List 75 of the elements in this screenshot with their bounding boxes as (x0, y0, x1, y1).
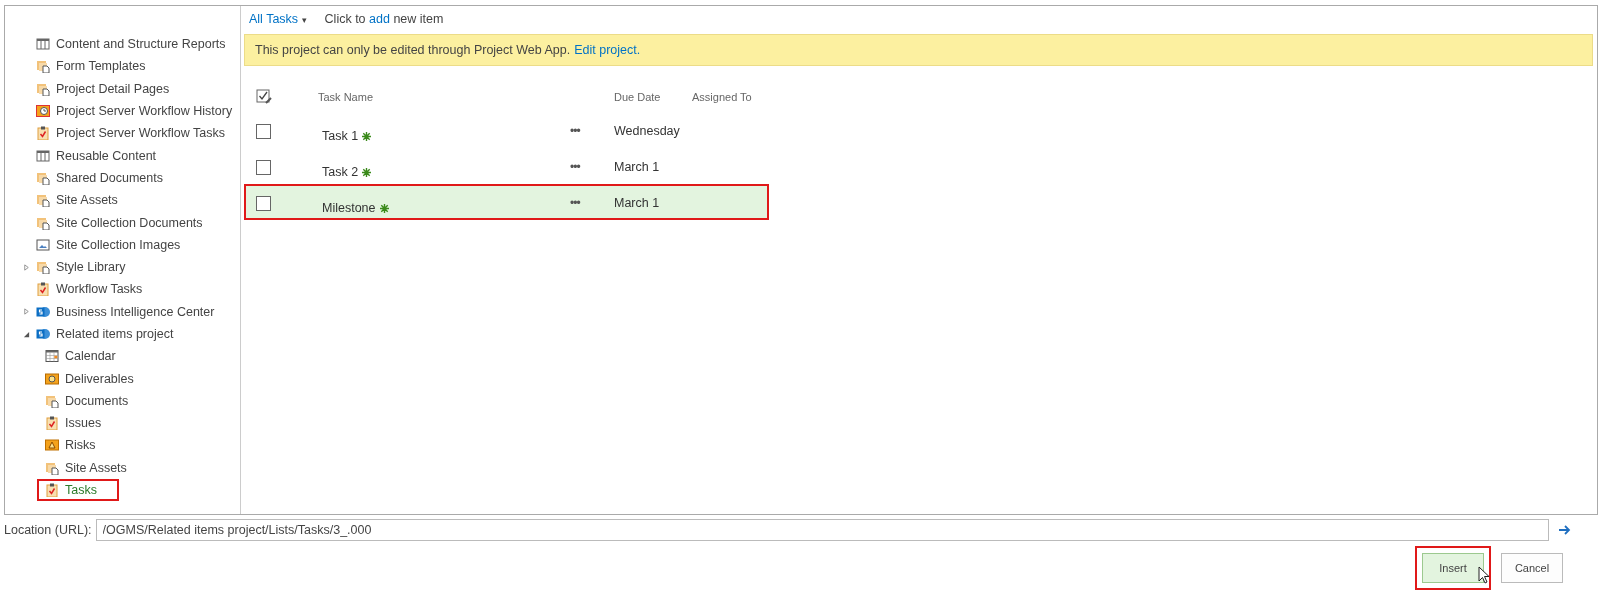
more-options-button[interactable]: ••• (570, 124, 580, 138)
cancel-button[interactable]: Cancel (1501, 553, 1563, 583)
deliverables-icon (45, 371, 59, 386)
select-all-checkbox-icon[interactable] (256, 89, 272, 105)
tree-item[interactable]: Style Library (5, 255, 240, 279)
tree-item[interactable]: Related items project (5, 322, 240, 346)
table-icon (36, 148, 50, 163)
expand-arrow-icon[interactable] (23, 308, 30, 316)
tree-item[interactable]: Documents (5, 389, 240, 413)
row-checkbox[interactable] (256, 159, 271, 175)
tree-item[interactable]: Project Detail Pages (5, 77, 240, 100)
tree-item[interactable]: Content and Structure Reports (5, 33, 240, 56)
add-item-text: Click to add new item (324, 12, 444, 26)
tree-item[interactable]: Issues (5, 412, 240, 435)
due-date-cell: March 1 (614, 160, 660, 174)
tree-item[interactable]: Shared Documents (5, 166, 240, 190)
clock-icon (36, 104, 50, 119)
tree-item[interactable]: Form Templates (5, 55, 240, 78)
task-name-link[interactable]: Task 1 (318, 129, 359, 143)
banner-text: This project can only be edited through Project Web App. (255, 43, 571, 57)
site-logo-icon (36, 327, 50, 341)
folder-document-icon (36, 81, 50, 96)
folder-document-icon (36, 260, 50, 275)
expand-arrow-icon[interactable] (23, 263, 30, 271)
column-header[interactable]: Task Name (318, 91, 570, 103)
tree-item[interactable]: Workflow Tasks (5, 278, 240, 301)
folder-document-icon (45, 393, 59, 408)
calendar-icon (45, 349, 59, 364)
tree-item[interactable]: Tasks (5, 478, 240, 502)
task-row[interactable]: Task 2 ••• March 1 (244, 148, 769, 184)
task-row[interactable]: Task 1 ••• Wednesday (244, 112, 769, 148)
tree-item[interactable]: Project Server Workflow History (5, 99, 240, 123)
due-date-cell: March 1 (614, 196, 660, 210)
tree-item[interactable]: Calendar (5, 345, 240, 368)
clipboard-check-icon (45, 416, 59, 431)
tree-item[interactable]: Site Assets (5, 456, 240, 479)
folder-document-icon (45, 460, 59, 475)
tree-item[interactable]: Deliverables (5, 367, 240, 390)
folder-document-icon (36, 59, 50, 74)
more-options-button[interactable]: ••• (570, 160, 580, 174)
tree-item[interactable]: Site Collection Documents (5, 211, 240, 234)
tree-item[interactable]: Project Server Workflow Tasks (5, 122, 240, 145)
task-name-link[interactable]: Task 2 (318, 165, 359, 179)
task-row[interactable]: Milestone ••• March 1 (244, 184, 769, 220)
mouse-pointer-icon (1478, 566, 1490, 584)
tree-item[interactable]: Business Intelligence Center (5, 300, 240, 323)
insert-button[interactable]: Insert (1422, 553, 1484, 583)
column-header[interactable]: Assigned To (692, 91, 752, 103)
row-checkbox[interactable] (256, 195, 271, 211)
folder-document-icon (36, 170, 50, 185)
clipboard-check-icon (36, 282, 50, 297)
location-label: Location (URL): (4, 523, 92, 537)
table-icon (36, 37, 50, 52)
collapse-arrow-icon[interactable] (23, 330, 30, 338)
due-date-cell: Wednesday (614, 124, 680, 138)
risks-icon (45, 438, 59, 453)
tree-item[interactable]: Site Assets (5, 189, 240, 212)
row-checkbox[interactable] (256, 123, 271, 139)
go-arrow-icon[interactable] (1558, 525, 1571, 535)
view-selector[interactable]: All Tasks ▾ (249, 12, 307, 26)
clipboard-check-icon (36, 126, 50, 141)
folder-document-icon (36, 193, 50, 208)
folder-document-icon (36, 215, 50, 230)
tree-item[interactable]: Reusable Content (5, 144, 240, 167)
edit-project-link[interactable]: Edit project. (574, 43, 641, 57)
tree-item[interactable]: Site Collection Images (5, 233, 240, 256)
site-logo-icon (36, 304, 50, 319)
tree-item[interactable]: Risks (5, 434, 240, 457)
task-name-link[interactable]: Milestone (318, 201, 376, 215)
location-field[interactable]: /OGMS/Related items project/Lists/Tasks/3_.000 (95, 519, 1549, 541)
image-icon (36, 237, 50, 252)
more-options-button[interactable]: ••• (570, 196, 580, 210)
add-link[interactable]: add (369, 12, 390, 26)
clipboard-check-icon (45, 483, 59, 498)
column-header[interactable]: Due Date (614, 91, 692, 103)
